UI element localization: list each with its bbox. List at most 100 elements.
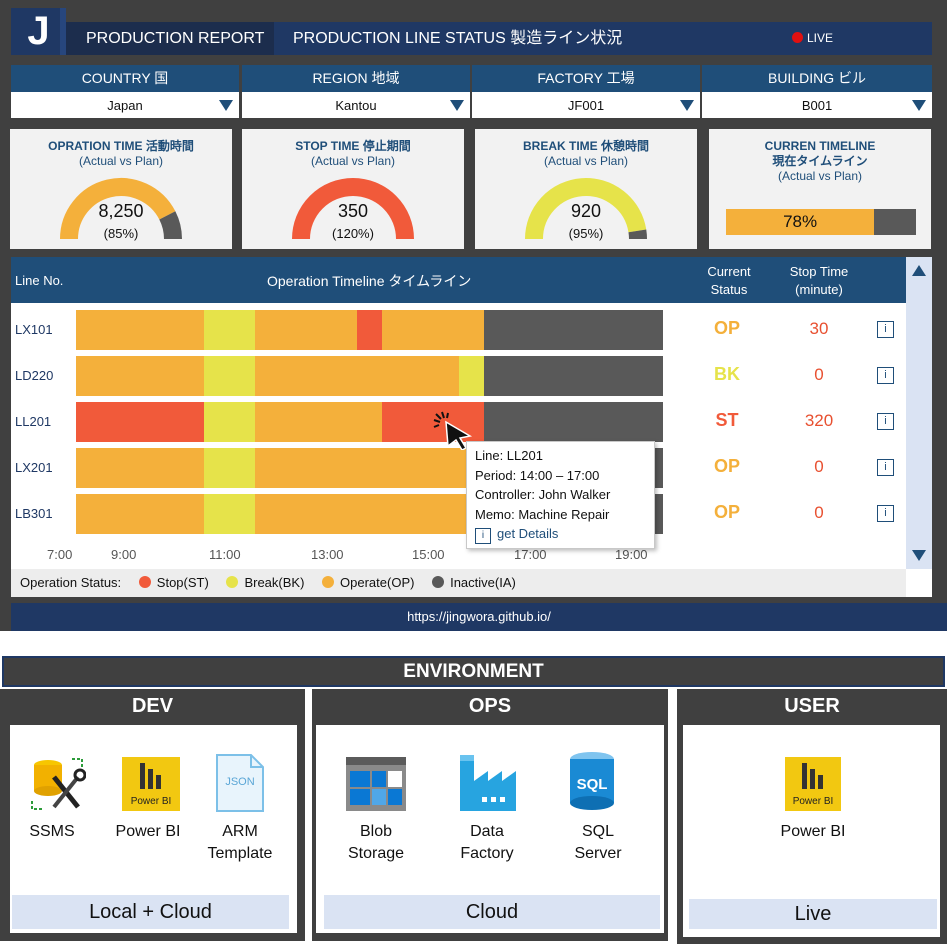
get-details-link[interactable]: i get Details xyxy=(475,524,646,544)
stop-time-value: 0 xyxy=(814,503,824,522)
timeline-segment[interactable] xyxy=(76,356,204,396)
timeline-segment[interactable] xyxy=(76,494,204,534)
progress-fill: 78% xyxy=(726,209,875,235)
timeline-segment[interactable] xyxy=(203,402,255,442)
info-icon[interactable]: i xyxy=(877,413,894,430)
stop-time-value: 0 xyxy=(814,365,824,384)
legend-operate: Operate(OP) xyxy=(322,569,414,597)
legend-inactive: Inactive(IA) xyxy=(432,569,516,597)
chevron-down-icon[interactable] xyxy=(912,100,926,111)
time-tick: 9:00 xyxy=(111,547,137,562)
legend-title: Operation Status: xyxy=(20,575,122,590)
building-filter[interactable]: BUILDING ビル B001 xyxy=(702,65,932,120)
timeline-segment[interactable] xyxy=(458,356,485,396)
filter-bar: COUNTRY 国 Japan REGION 地域 Kantou FACTORY… xyxy=(11,65,932,120)
live-dot-icon xyxy=(792,32,803,43)
timeline-segment[interactable] xyxy=(254,402,383,442)
timeline-bar[interactable] xyxy=(76,310,683,350)
scroll-up-icon[interactable] xyxy=(912,265,926,276)
region-filter[interactable]: REGION 地域 Kantou xyxy=(242,65,470,120)
timeline-segment[interactable] xyxy=(203,448,255,488)
timeline-segment[interactable] xyxy=(254,356,459,396)
gauge-value: 920 xyxy=(570,201,602,221)
stop-time-card: STOP TIME 停止期間 (Actual vs Plan) 350 (120… xyxy=(242,129,464,249)
ssms-label: SSMS xyxy=(29,823,75,840)
logo: J xyxy=(11,8,66,55)
blob-storage-label: Blob Storage xyxy=(347,823,405,862)
timeline-bar[interactable] xyxy=(76,356,683,396)
timeline-segment[interactable] xyxy=(76,402,204,442)
timeline-segment[interactable] xyxy=(76,310,204,350)
legend-break: Break(BK) xyxy=(226,569,304,597)
arm-template-label: ARM Template xyxy=(207,823,273,862)
timeline-segment[interactable] xyxy=(76,448,204,488)
url-bar[interactable]: https://jingwora.github.io/ xyxy=(11,603,947,631)
scroll-down-icon[interactable] xyxy=(912,550,926,561)
country-select[interactable]: Japan xyxy=(11,92,239,118)
user-title: USER xyxy=(784,695,840,717)
dev-panel: DEV SSMS Power BI Power BI JSON ARM Temp… xyxy=(0,689,305,941)
col-line-no: Line No. xyxy=(15,273,64,288)
gauge-percent: (120%) xyxy=(332,226,374,241)
card-title-jp: 現在タイムライン xyxy=(772,154,868,168)
status-value: OP xyxy=(713,318,740,338)
timeline-segment[interactable] xyxy=(484,402,663,442)
row-line-no: LB301 xyxy=(15,506,53,521)
building-select[interactable]: B001 xyxy=(702,92,932,118)
dev-footer: Local + Cloud xyxy=(12,895,289,929)
sql-server-icon: SQL xyxy=(570,752,614,810)
stop-time-value: 30 xyxy=(809,319,829,338)
blob-storage-icon xyxy=(346,757,406,811)
report-title[interactable]: PRODUCTION REPORT xyxy=(66,22,274,55)
page-title: PRODUCTION LINE STATUS 製造ライン状況 xyxy=(293,30,623,47)
timeline-segment[interactable] xyxy=(203,494,255,534)
dashboard-panel: J PRODUCTION REPORT PRODUCTION LINE STAT… xyxy=(0,0,947,631)
tooltip-line: Line: LL201 xyxy=(475,448,543,463)
info-icon[interactable]: i xyxy=(877,321,894,338)
card-subtitle: (Actual vs Plan) xyxy=(777,169,863,183)
col-current-status: Current Status xyxy=(707,264,751,297)
powerbi-label: Power BI xyxy=(780,823,846,840)
timeline-bar[interactable] xyxy=(76,402,683,442)
country-filter[interactable]: COUNTRY 国 Japan xyxy=(11,65,239,120)
row-line-no: LL201 xyxy=(15,414,52,429)
json-file-icon: JSON xyxy=(216,754,264,812)
col-stop-time: Stop Time (minute) xyxy=(789,264,849,297)
factory-select[interactable]: JF001 xyxy=(472,92,700,118)
time-tick: 7:00 xyxy=(47,547,73,562)
info-icon[interactable]: i xyxy=(877,459,894,476)
timeline-segment[interactable] xyxy=(254,494,485,534)
powerbi-icon: Power BI xyxy=(122,757,180,811)
info-icon[interactable]: i xyxy=(877,367,894,384)
col-timeline: Operation Timeline タイムライン xyxy=(267,273,472,289)
tooltip-period: Period: 14:00 – 17:00 xyxy=(475,467,600,483)
environment-title: ENVIRONMENT xyxy=(2,656,945,687)
filter-label: REGION 地域 xyxy=(242,65,470,92)
data-factory-label: Data Factory xyxy=(460,823,514,862)
inactive-dot-icon xyxy=(432,576,445,588)
timeline-scrollbar[interactable] xyxy=(906,257,932,569)
timeline-segment[interactable] xyxy=(382,310,485,350)
timeline-segment[interactable] xyxy=(356,310,383,350)
data-factory-icon xyxy=(460,755,516,811)
timeline-segment[interactable] xyxy=(203,356,255,396)
chevron-down-icon[interactable] xyxy=(680,100,694,111)
chevron-down-icon[interactable] xyxy=(219,100,233,111)
user-panel: USER Power BI Power BI Live xyxy=(677,689,947,944)
powerbi-label: Power BI xyxy=(115,823,181,840)
filter-label: COUNTRY 国 xyxy=(11,65,239,92)
region-select[interactable]: Kantou xyxy=(242,92,470,118)
timeline-segment[interactable] xyxy=(254,448,485,488)
gauge-value: 350 xyxy=(337,201,369,221)
status-value: OP xyxy=(713,456,740,476)
factory-filter[interactable]: FACTORY 工場 JF001 xyxy=(472,65,700,120)
timeline-segment[interactable] xyxy=(484,356,663,396)
live-indicator: LIVE xyxy=(792,22,833,55)
timeline-segment[interactable] xyxy=(203,310,255,350)
timeline-segment[interactable] xyxy=(254,310,357,350)
status-value: ST xyxy=(715,410,739,430)
chevron-down-icon[interactable] xyxy=(450,100,464,111)
info-icon[interactable]: i xyxy=(877,505,894,522)
ops-title: OPS xyxy=(468,695,512,717)
timeline-segment[interactable] xyxy=(484,310,663,350)
